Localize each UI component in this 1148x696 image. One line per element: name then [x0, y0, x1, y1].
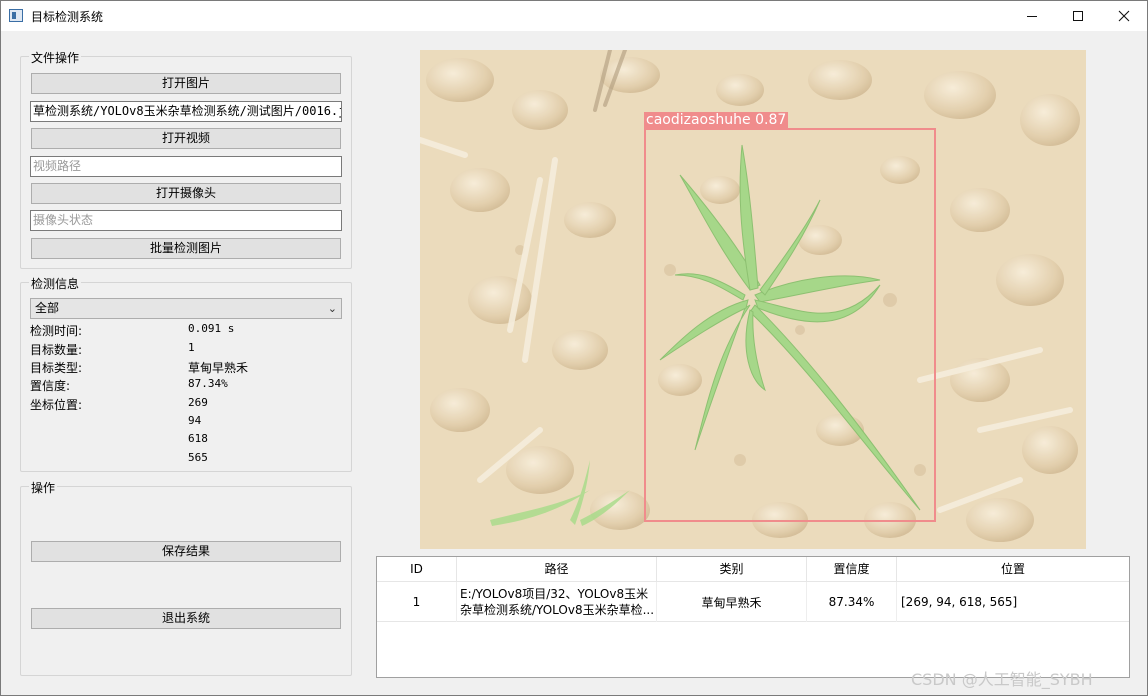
operations-title: 操作	[29, 479, 58, 496]
header-confidence[interactable]: 置信度	[807, 557, 897, 582]
detect-info-title: 检测信息	[29, 275, 82, 292]
results-table[interactable]: ID 路径 类别 置信度 位置 1 E:/YOLOv8项目/32、YOLOv8玉…	[376, 556, 1130, 678]
cell-path: E:/YOLOv8项目/32、YOLOv8玉米 杂草检测系统/YOLOv8玉米杂…	[457, 582, 657, 622]
confidence-label: 置信度:	[30, 379, 71, 393]
cell-category: 草甸早熟禾	[657, 582, 807, 622]
app-icon	[9, 9, 23, 22]
save-result-button[interactable]: 保存结果	[31, 541, 341, 562]
detection-label: caodizaoshuhe 0.87	[644, 112, 789, 129]
table-row[interactable]: 1 E:/YOLOv8项目/32、YOLOv8玉米 杂草检测系统/YOLOv8玉…	[377, 582, 1129, 622]
title-bar: 目标检测系统	[1, 1, 1147, 31]
table-header: ID 路径 类别 置信度 位置	[377, 557, 1129, 582]
header-id[interactable]: ID	[377, 557, 457, 582]
time-label: 检测时间:	[30, 324, 83, 338]
cell-path-line2: 杂草检测系统/YOLOv8玉米杂草检...	[460, 603, 655, 617]
camera-status-field[interactable]: 摄像头状态	[30, 210, 342, 231]
detection-box	[644, 128, 936, 522]
cell-path-line1: E:/YOLOv8项目/32、YOLOv8玉米	[460, 587, 649, 601]
time-value: 0.091 s	[188, 322, 235, 335]
header-position[interactable]: 位置	[897, 557, 1129, 582]
cell-confidence: 87.34%	[807, 582, 897, 622]
close-icon	[1118, 10, 1130, 22]
window-title: 目标检测系统	[31, 10, 104, 24]
exit-system-button[interactable]: 退出系统	[31, 608, 341, 629]
video-path-field[interactable]: 视频路径	[30, 156, 342, 177]
detection-image: caodizaoshuhe 0.87	[420, 50, 1086, 549]
image-path-field[interactable]: 草检测系统/YOLOv8玉米杂草检测系统/测试图片/0016.jpg	[30, 101, 342, 122]
confidence-value: 87.34%	[188, 377, 228, 390]
open-camera-button[interactable]: 打开摄像头	[31, 183, 341, 204]
operations-group: 操作	[20, 479, 352, 676]
header-category[interactable]: 类别	[657, 557, 807, 582]
maximize-button[interactable]	[1055, 1, 1101, 31]
position-label: 坐标位置:	[30, 398, 83, 412]
type-value: 草甸早熟禾	[188, 361, 249, 375]
cell-id: 1	[377, 582, 457, 622]
position-xmin: 269	[188, 396, 208, 409]
file-ops-title: 文件操作	[29, 49, 82, 66]
target-filter-select[interactable]: 全部 ⌄	[30, 298, 342, 319]
minimize-button[interactable]	[1009, 1, 1055, 31]
batch-detect-button[interactable]: 批量检测图片	[31, 238, 341, 259]
open-image-button[interactable]: 打开图片	[31, 73, 341, 94]
watermark: CSDN @人工智能_SYBH	[911, 670, 1093, 689]
position-xmax: 618	[188, 432, 208, 445]
type-label: 目标类型:	[30, 361, 83, 375]
count-label: 目标数量:	[30, 343, 83, 357]
target-filter-value: 全部	[35, 301, 60, 315]
chevron-down-icon: ⌄	[327, 302, 337, 315]
maximize-icon	[1073, 11, 1083, 21]
main-window: 目标检测系统 文件操作 打开图片 草检测系统/YOLOv8玉米杂草检测系统/测试…	[0, 0, 1148, 696]
count-value: 1	[188, 341, 195, 354]
minimize-icon	[1027, 15, 1037, 17]
header-path[interactable]: 路径	[457, 557, 657, 582]
position-ymax: 565	[188, 451, 208, 464]
cell-position: [269, 94, 618, 565]	[901, 595, 1018, 609]
close-button[interactable]	[1101, 1, 1147, 31]
position-ymin: 94	[188, 414, 202, 427]
open-video-button[interactable]: 打开视频	[31, 128, 341, 149]
